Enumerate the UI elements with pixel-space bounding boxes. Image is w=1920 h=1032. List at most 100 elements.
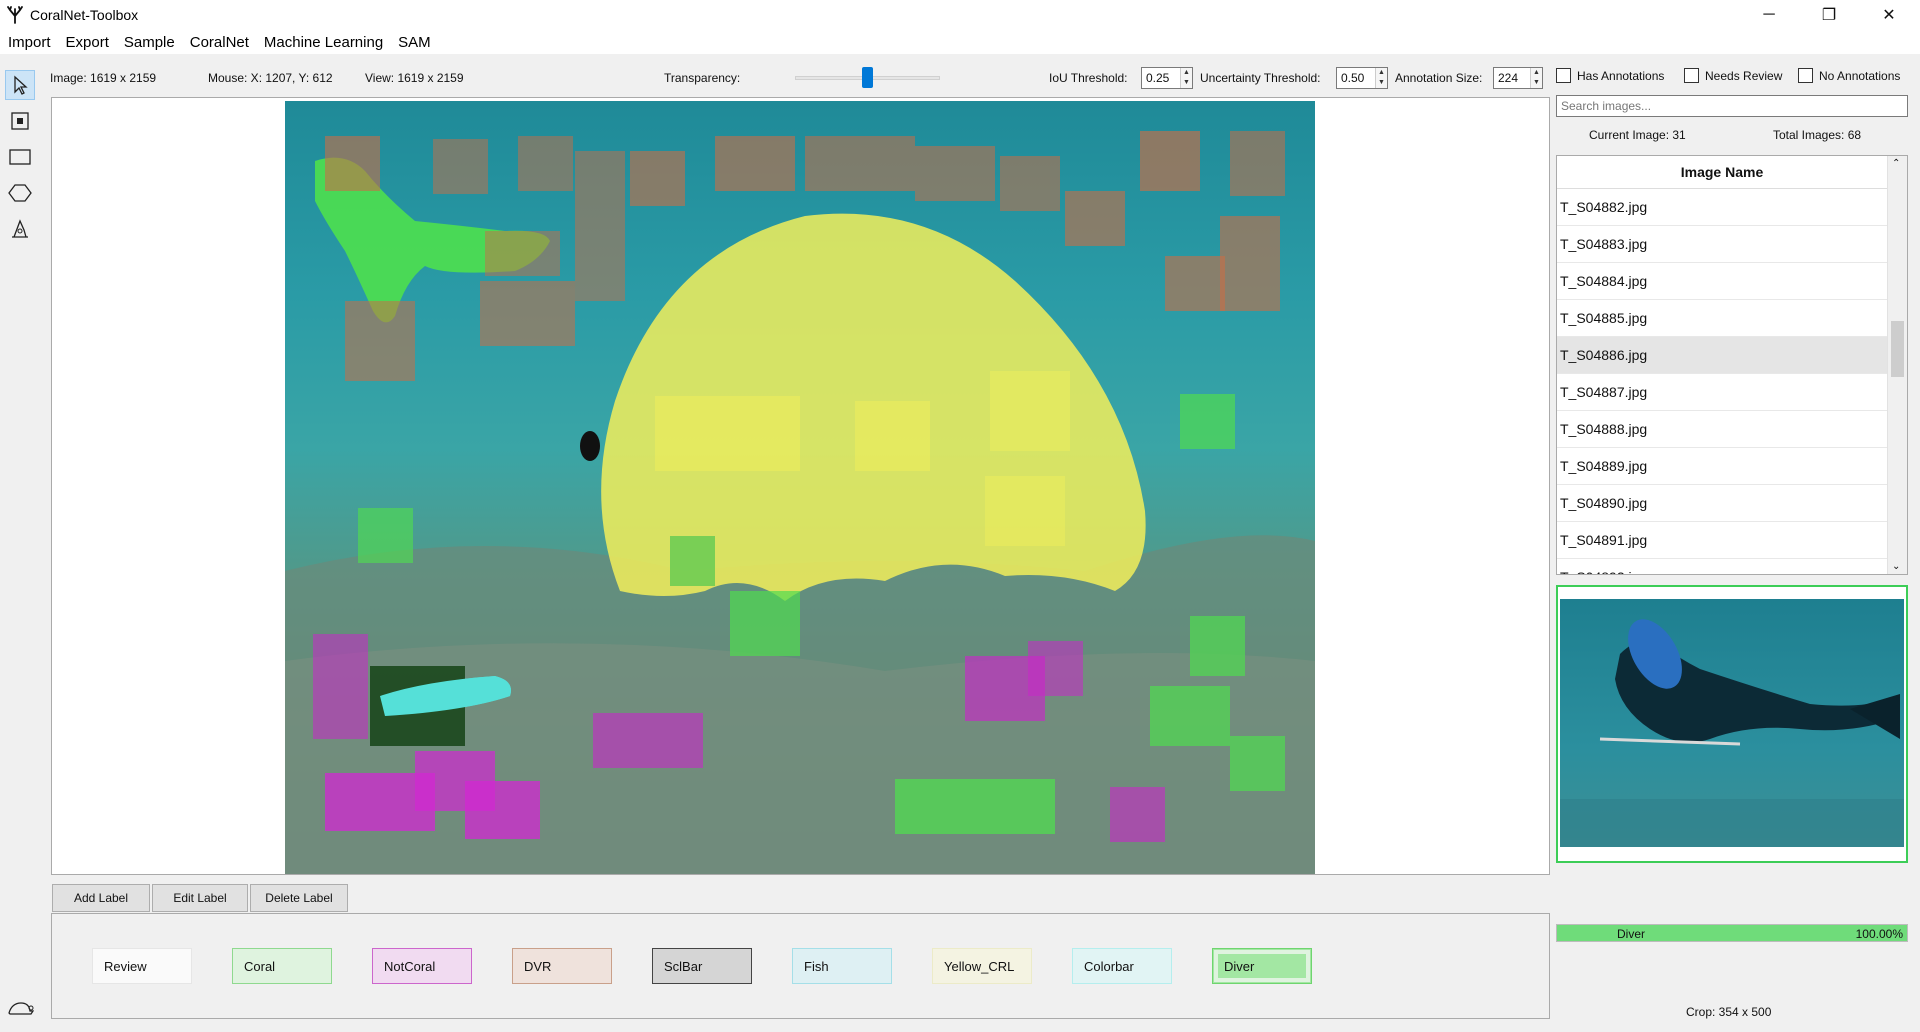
table-scrollbar[interactable]: ⌃ ⌄ (1887, 156, 1907, 574)
table-header-image-name[interactable]: Image Name (1557, 156, 1907, 189)
delete-label-button[interactable]: Delete Label (250, 884, 348, 912)
transparency-slider-handle[interactable] (861, 67, 873, 88)
menu-machine-learning[interactable]: Machine Learning (256, 34, 390, 51)
label-sclbar[interactable]: SclBar (652, 948, 752, 984)
notcoral-patch[interactable] (1028, 641, 1083, 696)
coral-patch[interactable] (1180, 394, 1235, 449)
notcoral-patch[interactable] (313, 634, 368, 739)
table-row[interactable]: T_S04887.jpg (1557, 374, 1889, 411)
table-row[interactable]: T_S04892.jpg (1557, 559, 1889, 574)
label-review[interactable]: Review (92, 948, 192, 984)
needs-review-checkbox[interactable]: Needs Review (1684, 68, 1782, 83)
coral-patch[interactable] (895, 779, 1055, 834)
table-row[interactable]: T_S04889.jpg (1557, 448, 1889, 485)
menu-import[interactable]: Import (0, 34, 58, 51)
yellow-crl-patch[interactable] (655, 396, 800, 471)
scroll-down-icon[interactable]: ⌄ (1892, 561, 1900, 572)
table-row[interactable]: T_S04882.jpg (1557, 189, 1889, 226)
dvr-patch[interactable] (518, 136, 573, 191)
spin-arrows-icon[interactable]: ▲ ▼ (1530, 68, 1542, 88)
sam-tool-button[interactable] (5, 214, 35, 244)
rectangle-icon (9, 149, 31, 165)
dvr-patch[interactable] (575, 151, 625, 301)
checkbox-box[interactable] (1684, 68, 1699, 83)
minimize-button[interactable]: ─ (1746, 0, 1792, 30)
label-diver[interactable]: Diver (1212, 948, 1312, 984)
notcoral-patch[interactable] (465, 781, 540, 839)
spin-arrows-icon[interactable]: ▲ ▼ (1180, 68, 1192, 88)
polygon-tool-button[interactable] (5, 178, 35, 208)
checkbox-box[interactable] (1798, 68, 1813, 83)
table-row[interactable]: T_S04891.jpg (1557, 522, 1889, 559)
table-row[interactable]: T_S04885.jpg (1557, 300, 1889, 337)
coral-patch[interactable] (1190, 616, 1245, 676)
yellow-crl-patch[interactable] (985, 476, 1065, 546)
yellow-crl-patch[interactable] (990, 371, 1070, 451)
label-yellow-crl-text: Yellow_CRL (944, 958, 1015, 974)
dvr-patch[interactable] (345, 301, 415, 381)
dvr-patch[interactable] (805, 136, 915, 191)
menu-export[interactable]: Export (58, 34, 116, 51)
close-button[interactable]: ✕ (1866, 0, 1912, 30)
dvr-patch[interactable] (1165, 256, 1225, 311)
dvr-patch[interactable] (1140, 131, 1200, 191)
coral-patch[interactable] (358, 508, 413, 563)
dvr-patch[interactable] (715, 136, 795, 191)
label-dvr[interactable]: DVR (512, 948, 612, 984)
coral-patch[interactable] (670, 536, 715, 586)
iou-threshold-spinbox[interactable]: 0.25 ▲ ▼ (1141, 67, 1193, 89)
coral-patch[interactable] (730, 591, 800, 656)
yellow-crl-patch[interactable] (855, 401, 930, 471)
dvr-patch[interactable] (485, 231, 560, 276)
has-annotations-checkbox[interactable]: Has Annotations (1556, 68, 1664, 83)
maximize-button[interactable]: ❐ (1806, 0, 1852, 30)
crop-size-text: Crop: 354 x 500 (1686, 1005, 1772, 1019)
label-fish[interactable]: Fish (792, 948, 892, 984)
no-annotations-checkbox[interactable]: No Annotations (1798, 68, 1900, 83)
edit-label-button[interactable]: Edit Label (152, 884, 248, 912)
annotation-canvas[interactable] (51, 97, 1550, 875)
dvr-patch[interactable] (1220, 216, 1280, 311)
search-images-input[interactable]: Search images... (1556, 95, 1908, 117)
dvr-patch[interactable] (325, 136, 380, 191)
menu-sam[interactable]: SAM (390, 34, 438, 51)
dvr-patch[interactable] (480, 281, 575, 346)
select-tool-button[interactable] (5, 70, 35, 100)
dvr-patch[interactable] (1230, 131, 1285, 196)
table-row[interactable]: T_S04883.jpg (1557, 226, 1889, 263)
dvr-patch[interactable] (630, 151, 685, 206)
label-colorbar[interactable]: Colorbar (1072, 948, 1172, 984)
uncertainty-threshold-value: 0.50 (1341, 71, 1365, 85)
dvr-patch[interactable] (433, 139, 488, 194)
table-row[interactable]: T_S04888.jpg (1557, 411, 1889, 448)
label-coral[interactable]: Coral (232, 948, 332, 984)
dvr-patch[interactable] (1065, 191, 1125, 246)
label-window: Review Coral NotCoral DVR SclBar Fish Ye… (51, 913, 1550, 1019)
coral-patch[interactable] (1230, 736, 1285, 791)
iou-threshold-value: 0.25 (1146, 71, 1170, 85)
menu-coralnet[interactable]: CoralNet (182, 34, 256, 51)
label-notcoral[interactable]: NotCoral (372, 948, 472, 984)
table-row-selected[interactable]: T_S04886.jpg (1557, 337, 1889, 374)
dvr-patch[interactable] (1000, 156, 1060, 211)
rectangle-tool-button[interactable] (5, 142, 35, 172)
annotation-size-spinbox[interactable]: 224 ▲ ▼ (1493, 67, 1543, 89)
coral-patch[interactable] (1150, 686, 1230, 746)
patch-tool-button[interactable] (5, 106, 35, 136)
add-label-button[interactable]: Add Label (52, 884, 150, 912)
underwater-image[interactable] (285, 101, 1315, 874)
dvr-patch[interactable] (915, 146, 995, 201)
scrollbar-thumb[interactable] (1891, 321, 1904, 377)
menu-bar: Import Export Sample CoralNet Machine Le… (0, 30, 1920, 54)
notcoral-patch[interactable] (1110, 787, 1165, 842)
table-row[interactable]: T_S04890.jpg (1557, 485, 1889, 522)
spin-arrows-icon[interactable]: ▲ ▼ (1375, 68, 1387, 88)
label-yellow-crl[interactable]: Yellow_CRL (932, 948, 1032, 984)
notcoral-patch[interactable] (593, 713, 703, 768)
uncertainty-threshold-spinbox[interactable]: 0.50 ▲ ▼ (1336, 67, 1388, 89)
turtle-mode-button[interactable] (3, 993, 37, 1023)
menu-sample[interactable]: Sample (116, 34, 182, 51)
checkbox-box[interactable] (1556, 68, 1571, 83)
table-row[interactable]: T_S04884.jpg (1557, 263, 1889, 300)
scroll-up-icon[interactable]: ⌃ (1892, 158, 1900, 169)
